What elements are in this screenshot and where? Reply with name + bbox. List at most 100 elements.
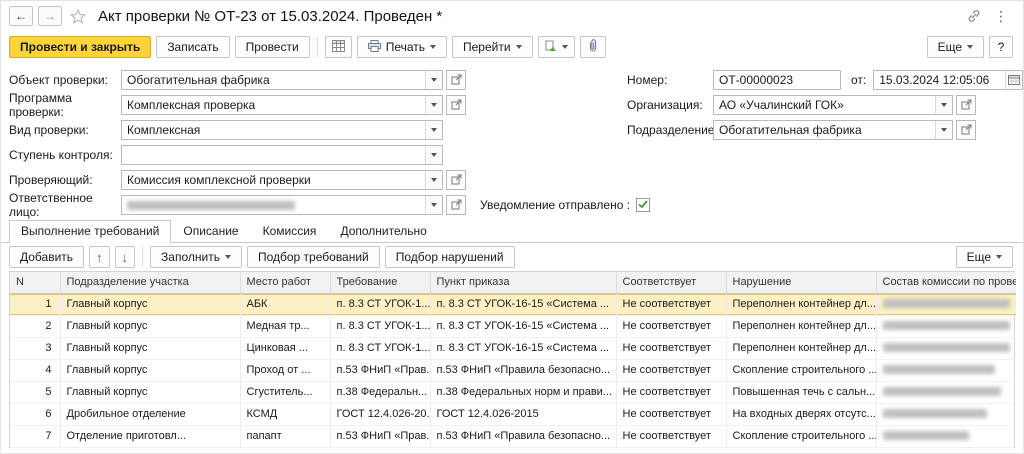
table-cell[interactable]: АБК: [240, 293, 330, 315]
kind-dropdown-button[interactable]: [425, 121, 442, 139]
tab-description[interactable]: Описание: [171, 220, 250, 242]
table-cell-commission-redacted[interactable]: [876, 425, 1016, 447]
table-cell[interactable]: Главный корпус: [60, 337, 240, 359]
table-cell[interactable]: Главный корпус: [60, 315, 240, 337]
table-cell[interactable]: папапт: [240, 425, 330, 447]
table-cell[interactable]: Главный корпус: [60, 381, 240, 403]
number-field[interactable]: ОТ-00000023: [713, 70, 841, 90]
table-cell-commission-redacted[interactable]: [876, 403, 1016, 425]
table-row[interactable]: 5Главный корпусСгуститель...п.38 Федерал…: [10, 381, 1016, 403]
table-row[interactable]: 2Главный корпусМедная тр... п. 8.3 СТ УГО…: [10, 315, 1016, 337]
attachments-button[interactable]: [580, 36, 606, 58]
table-cell[interactable]: п.53 ФНиП «Прав...: [330, 425, 430, 447]
table-cell[interactable]: ГОСТ 12.4.026-20...: [330, 403, 430, 425]
table-cell[interactable]: Главный корпус: [60, 359, 240, 381]
object-field[interactable]: Обогатительная фабрика: [121, 70, 443, 90]
goto-button[interactable]: Перейти: [452, 36, 533, 58]
table-cell[interactable]: ГОСТ 12.4.026-2015: [430, 403, 616, 425]
help-button[interactable]: ?: [989, 36, 1013, 58]
pick-requirements-button[interactable]: Подбор требований: [247, 246, 380, 268]
table-cell[interactable]: Отделение приготовл...: [60, 425, 240, 447]
table-cell[interactable]: 2: [10, 315, 60, 337]
table-cell[interactable]: п.53 ФНиП «Правила безопасно...: [430, 359, 616, 381]
calendar-button[interactable]: [1005, 71, 1022, 89]
table-cell-commission-redacted[interactable]: [876, 315, 1016, 337]
table-cell[interactable]: п. 8.3 СТ УГОК-16-15 «Система ...: [430, 315, 616, 337]
show-in-list-button[interactable]: [325, 36, 352, 58]
move-down-button[interactable]: ↓: [115, 246, 136, 268]
department-dropdown-button[interactable]: [935, 121, 952, 139]
fill-button[interactable]: Заполнить: [150, 246, 242, 268]
table-cell[interactable]: Не соответствует: [616, 425, 726, 447]
inspector-field[interactable]: Комиссия комплексной проверки: [121, 170, 443, 190]
table-cell[interactable]: Повышенная течь с сальн...: [726, 381, 876, 403]
table-cell[interactable]: п. 8.3 СТ УГОК-16-15 «Система ...: [430, 337, 616, 359]
control-stage-dropdown-button[interactable]: [425, 146, 442, 164]
column-header-clause[interactable]: Пункт приказа: [430, 272, 616, 293]
organization-dropdown-button[interactable]: [935, 96, 952, 114]
post-button[interactable]: Провести: [235, 36, 310, 58]
table-cell[interactable]: Медная тр...: [240, 315, 330, 337]
table-cell[interactable]: 6: [10, 403, 60, 425]
column-header-commission[interactable]: Состав комиссии по проверке: [876, 272, 1016, 293]
table-cell[interactable]: Не соответствует: [616, 315, 726, 337]
tab-additional[interactable]: Дополнительно: [328, 220, 438, 242]
tab-commission[interactable]: Комиссия: [251, 220, 329, 242]
column-header-place[interactable]: Место работ: [240, 272, 330, 293]
kind-field[interactable]: Комплексная: [121, 120, 443, 140]
table-cell[interactable]: Проход от ...: [240, 359, 330, 381]
table-cell[interactable]: Дробильное отделение: [60, 403, 240, 425]
table-cell[interactable]: Главный корпус: [60, 293, 240, 315]
table-more-button[interactable]: Еще: [956, 246, 1013, 268]
move-up-button[interactable]: ↑: [89, 246, 110, 268]
table-cell[interactable]: 3: [10, 337, 60, 359]
program-field[interactable]: Комплексная проверка: [121, 95, 443, 115]
table-cell[interactable]: п. 8.3 СТ УГОК-1...: [330, 337, 430, 359]
table-cell-commission-redacted[interactable]: [876, 359, 1016, 381]
table-cell[interactable]: Сгуститель...: [240, 381, 330, 403]
notification-sent-checkbox[interactable]: [636, 198, 650, 212]
object-open-button[interactable]: [446, 70, 466, 90]
table-cell-commission-redacted[interactable]: [876, 337, 1016, 359]
print-button[interactable]: Печать: [357, 36, 447, 58]
more-menu-icon[interactable]: ⋮: [989, 8, 1013, 25]
table-cell[interactable]: 4: [10, 359, 60, 381]
table-cell[interactable]: п.53 ФНиП «Прав...: [330, 359, 430, 381]
get-link-icon[interactable]: [964, 9, 984, 23]
control-stage-field[interactable]: [121, 145, 443, 165]
table-cell[interactable]: Не соответствует: [616, 403, 726, 425]
table-cell[interactable]: Не соответствует: [616, 381, 726, 403]
add-row-button[interactable]: Добавить: [9, 246, 84, 268]
more-button[interactable]: Еще: [927, 36, 984, 58]
column-header-requirement[interactable]: Требование: [330, 272, 430, 293]
organization-open-button[interactable]: [956, 95, 976, 115]
table-row[interactable]: 7Отделение приготовл...папаптп.53 ФНиП «…: [10, 425, 1016, 447]
table-row[interactable]: 1Главный корпусАБКп. 8.3 СТ УГОК-1...п. …: [10, 293, 1016, 315]
post-and-close-button[interactable]: Провести и закрыть: [9, 36, 151, 58]
back-button[interactable]: ←: [9, 6, 33, 26]
table-cell[interactable]: п. 8.3 СТ УГОК-16-15 «Система ...: [430, 293, 616, 315]
write-button[interactable]: Записать: [156, 36, 229, 58]
column-header-violation[interactable]: Нарушение: [726, 272, 876, 293]
responsible-dropdown-button[interactable]: [425, 196, 442, 214]
department-field[interactable]: Обогатительная фабрика: [713, 120, 953, 140]
date-field[interactable]: 15.03.2024 12:05:06: [873, 70, 1023, 90]
table-cell[interactable]: КСМД: [240, 403, 330, 425]
column-header-n[interactable]: N: [10, 272, 60, 293]
table-cell-commission-redacted[interactable]: [876, 381, 1016, 403]
program-open-button[interactable]: [446, 95, 466, 115]
object-dropdown-button[interactable]: [425, 71, 442, 89]
table-row[interactable]: 6Дробильное отделениеКСМДГОСТ 12.4.026-2…: [10, 403, 1016, 425]
table-cell[interactable]: Не соответствует: [616, 337, 726, 359]
table-cell[interactable]: п. 8.3 СТ УГОК-1...: [330, 293, 430, 315]
responsible-field[interactable]: [121, 195, 443, 215]
department-open-button[interactable]: [956, 120, 976, 140]
inspector-dropdown-button[interactable]: [425, 171, 442, 189]
column-header-dept[interactable]: Подразделение участка: [60, 272, 240, 293]
table-cell[interactable]: Переполнен контейнер дл...: [726, 337, 876, 359]
create-based-on-button[interactable]: [538, 36, 575, 58]
table-cell[interactable]: п.38 Федеральных норм и прави...: [430, 381, 616, 403]
table-cell[interactable]: Цинковая ...: [240, 337, 330, 359]
table-row[interactable]: 4Главный корпусПроход от ...п.53 ФНиП «П…: [10, 359, 1016, 381]
table-cell[interactable]: Не соответствует: [616, 359, 726, 381]
